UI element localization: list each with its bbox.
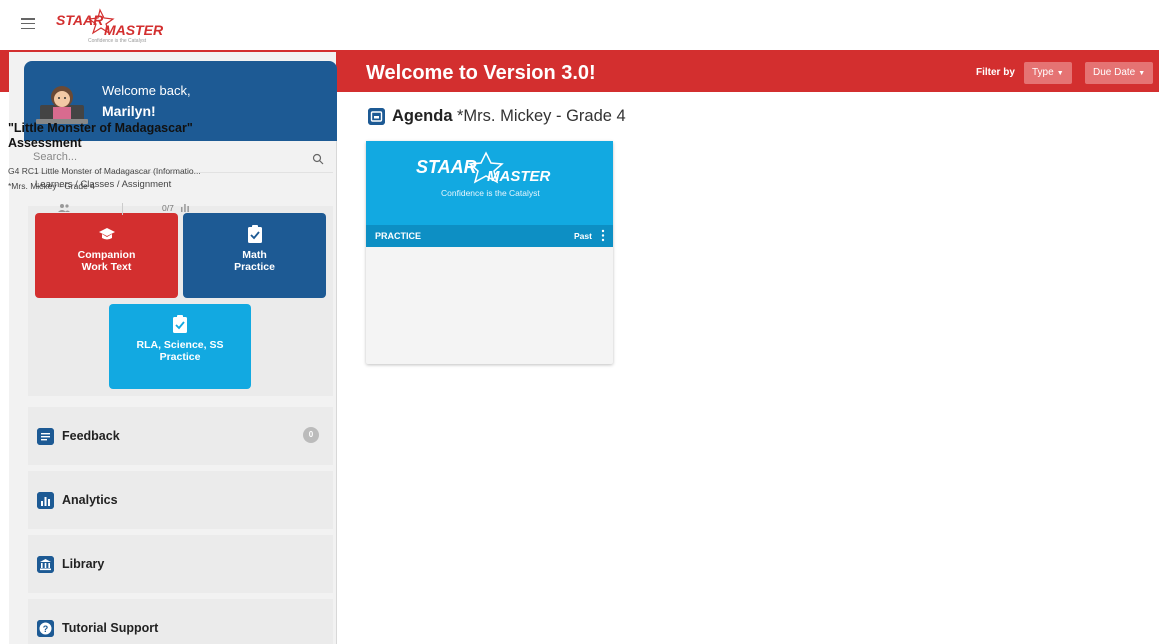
sidebar-item-label: Tutorial Support [62, 621, 159, 635]
graduation-cap-icon [98, 228, 115, 240]
card-status-label: Past [574, 231, 592, 241]
card-footer-divider [122, 203, 123, 215]
math-practice-tile[interactable]: Math Practice [183, 213, 326, 298]
bar-chart-icon[interactable] [180, 202, 190, 212]
card-banner: STAAR MASTER Confidence is the Catalyst [366, 141, 613, 225]
sidebar-divider [336, 92, 337, 644]
caret-down-icon: ▼ [1138, 70, 1146, 77]
filter-type-label: Type [1032, 67, 1054, 78]
welcome-greeting: Welcome back, [102, 83, 191, 98]
hamburger-icon[interactable] [21, 18, 35, 30]
clipboard-check-icon [173, 315, 187, 333]
tile-label-line1: RLA, Science, SS [136, 339, 224, 351]
library-icon [37, 556, 54, 573]
clipboard-check-icon [247, 225, 262, 243]
tile-label-line2: Work Text [81, 261, 132, 273]
banner-title: Welcome to Version 3.0! [366, 62, 596, 84]
filter-label: Filter by [976, 67, 1015, 78]
tile-label-line1: Companion [77, 249, 136, 261]
logo-text-bottom: MASTER [104, 22, 164, 38]
card-type-strip: PRACTICE Past [366, 225, 613, 247]
more-vertical-icon[interactable] [599, 228, 607, 243]
card-logo-tagline: Confidence is the Catalyst [441, 188, 540, 198]
card-score: 0/7 [162, 203, 174, 213]
tile-label-line2: Practice [234, 261, 275, 273]
card-logo-text-top: STAAR [416, 157, 477, 177]
users-icon[interactable] [57, 203, 71, 213]
sidebar-item-label: Analytics [62, 493, 118, 507]
filter-due-date-label: Due Date [1093, 67, 1136, 78]
bar-chart-icon [37, 492, 54, 509]
agenda-class-name: *Mrs. Mickey - Grade 4 [457, 107, 626, 125]
staar-master-logo: STAAR MASTER Confidence is the Catalyst [416, 151, 551, 198]
filter-type-button[interactable]: Type ▼ [1024, 62, 1072, 84]
card-title[interactable]: "Little Monster of Madagascar" Assessmen… [8, 121, 238, 151]
welcome-user-name: Marilyn! [102, 103, 156, 119]
sidebar-item-library[interactable]: Library [28, 535, 333, 593]
sidebar-item-label: Feedback [62, 429, 120, 443]
card-logo-text-bottom: MASTER [487, 168, 551, 185]
sidebar-item-feedback[interactable]: Feedback 0 [28, 407, 333, 465]
card-class-name: *Mrs. Mickey - Grade 4 [8, 181, 95, 191]
rla-science-ss-practice-tile[interactable]: RLA, Science, SS Practice [109, 304, 251, 389]
filter-due-date-button[interactable]: Due Date ▼ [1085, 62, 1154, 84]
search-input[interactable] [33, 151, 303, 163]
sidebar-item-label: Library [62, 557, 105, 571]
feedback-count-badge: 0 [303, 427, 319, 443]
tile-label-line1: Math [242, 249, 267, 261]
search-icon[interactable] [312, 153, 324, 165]
tile-label-line2: Practice [159, 351, 201, 363]
card-type-label: PRACTICE [375, 231, 422, 241]
card-description: G4 RC1 Little Monster of Madagascar (Inf… [8, 166, 201, 176]
agenda-title: Agenda [392, 107, 453, 125]
avatar[interactable] [36, 81, 88, 125]
sidebar-item-analytics[interactable]: Analytics [28, 471, 333, 529]
caret-down-icon: ▼ [1056, 70, 1064, 77]
svg-text:?: ? [43, 624, 49, 634]
help-icon: ? [37, 620, 54, 637]
message-icon [37, 428, 54, 445]
sidebar-item-tutorial-support[interactable]: ? Tutorial Support [28, 599, 333, 644]
assignment-card[interactable]: STAAR MASTER Confidence is the Catalyst … [366, 141, 613, 364]
staar-master-logo[interactable]: STAAR MASTER Confidence is the Catalyst [54, 8, 174, 44]
calendar-icon [368, 108, 385, 125]
logo-tagline: Confidence is the Catalyst [88, 38, 147, 44]
companion-work-text-tile[interactable]: Companion Work Text [35, 213, 178, 298]
logo-text-top: STAAR [56, 12, 104, 28]
